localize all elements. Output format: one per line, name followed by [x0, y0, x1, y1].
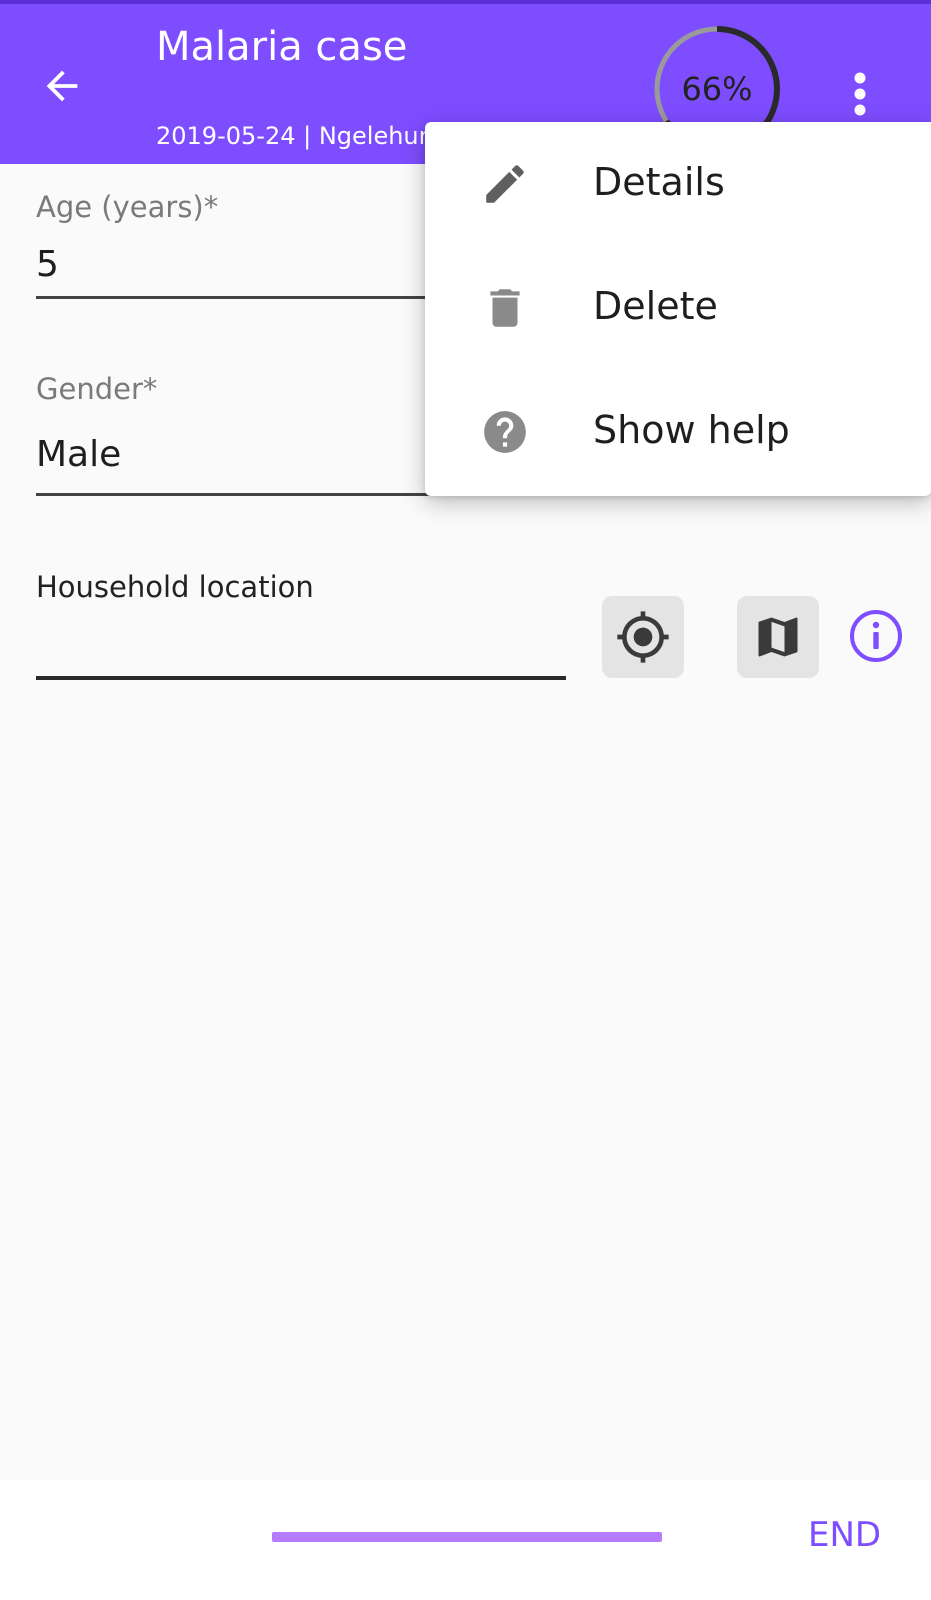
end-button[interactable]: END	[808, 1515, 881, 1555]
menu-item-label: Delete	[593, 284, 718, 328]
more-vert-icon	[854, 72, 866, 116]
section-progress-bar	[272, 1532, 662, 1542]
menu-item-label: Show help	[593, 408, 790, 452]
age-input[interactable]: 5	[36, 244, 59, 285]
info-icon	[850, 610, 902, 662]
gender-select[interactable]: Male	[36, 434, 121, 475]
map-icon	[758, 617, 798, 657]
menu-item-label: Details	[593, 160, 725, 204]
info-button[interactable]	[848, 608, 904, 664]
more-options-button[interactable]	[840, 66, 880, 122]
menu-item-delete[interactable]: Delete	[425, 246, 931, 370]
help-circle-icon	[480, 407, 530, 457]
page-title: Malaria case	[156, 24, 408, 70]
gps-target-icon	[617, 611, 669, 663]
overflow-menu: Details Delete Show help	[425, 122, 931, 496]
gender-label: Gender*	[36, 372, 158, 406]
page-subtitle: 2019-05-24 | Ngelehun	[156, 122, 426, 150]
household-location-input[interactable]	[36, 676, 566, 680]
arrow-left-icon	[46, 70, 78, 102]
back-button[interactable]	[30, 54, 94, 118]
pencil-icon	[480, 159, 530, 209]
menu-item-show-help[interactable]: Show help	[425, 370, 931, 494]
gps-location-button[interactable]	[602, 596, 684, 678]
household-location-label: Household location	[36, 570, 314, 604]
map-picker-button[interactable]	[737, 596, 819, 678]
menu-item-details[interactable]: Details	[425, 122, 931, 246]
trash-icon	[480, 283, 530, 333]
age-label: Age (years)*	[36, 190, 219, 224]
